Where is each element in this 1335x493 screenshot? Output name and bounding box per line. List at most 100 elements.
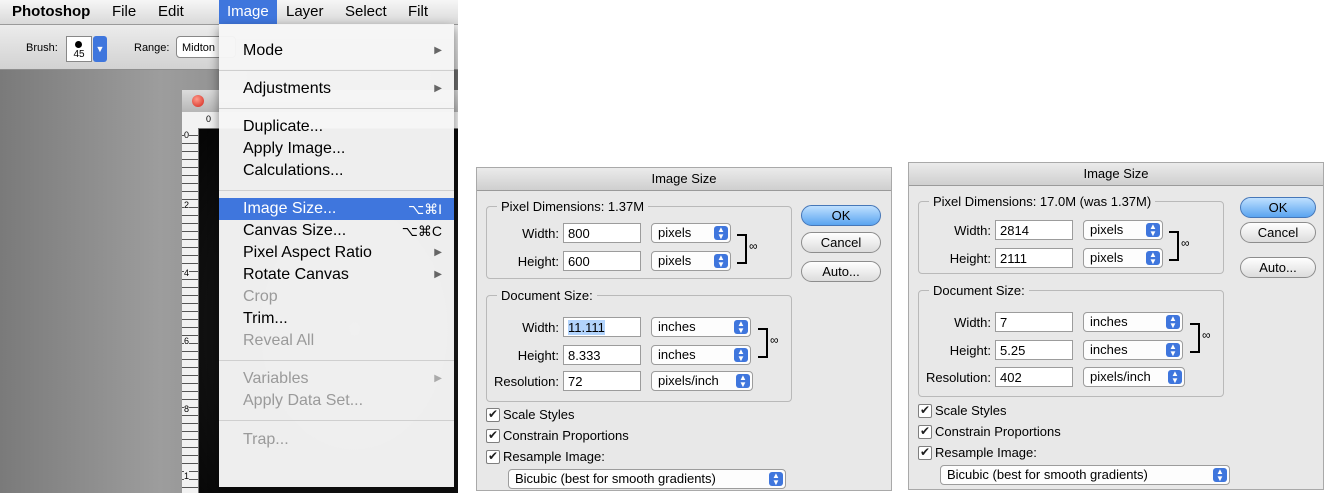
select-arrows-icon: ▲ ▼	[1166, 315, 1180, 330]
doc-width-input[interactable]: 11.111	[563, 317, 641, 337]
doc-width-unit-select[interactable]: inches ▲ ▼	[1083, 312, 1183, 332]
doc-height-unit-select[interactable]: inches ▲ ▼	[651, 345, 751, 365]
menu-shortcut: ⌥⌘C	[401, 223, 442, 239]
menu-item-duplicate[interactable]: Duplicate...	[219, 116, 454, 138]
select-arrows-icon: ▲ ▼	[736, 374, 750, 389]
pixel-height-unit-select[interactable]: pixels ▲ ▼	[651, 251, 731, 271]
menu-app-photoshop[interactable]: Photoshop	[4, 0, 98, 24]
submenu-arrow-icon: ▶	[434, 269, 442, 280]
resample-method-select[interactable]: Bicubic (best for smooth gradients) ▲ ▼	[508, 469, 786, 489]
menu-item-label: Variables	[243, 370, 309, 387]
menu-separator	[219, 360, 454, 361]
menu-item-label: Image Size...	[243, 200, 337, 217]
pixel-width-label: Width:	[954, 223, 991, 238]
menu-filter[interactable]: Filt	[400, 0, 436, 24]
doc-height-label: Height:	[949, 343, 991, 358]
select-value: Bicubic (best for smooth gradients)	[515, 471, 716, 486]
pixel-height-label: Height:	[517, 254, 559, 269]
resolution-input[interactable]: 72	[563, 371, 641, 391]
select-value: pixels	[1090, 250, 1124, 265]
pixel-width-unit-select[interactable]: pixels ▲ ▼	[1083, 220, 1163, 240]
menu-item-mode[interactable]: Mode ▶	[219, 40, 454, 62]
resolution-unit-select[interactable]: pixels/inch ▲ ▼	[651, 371, 753, 391]
menu-item-rotate-canvas[interactable]: Rotate Canvas ▶	[219, 264, 454, 286]
pixel-width-unit-select[interactable]: pixels ▲ ▼	[651, 223, 731, 243]
checkbox-label: Resample Image:	[935, 445, 1037, 460]
menu-item-label: Apply Image...	[243, 140, 346, 157]
pixel-width-label: Width:	[522, 226, 559, 241]
checkmark-icon: ✔	[486, 449, 500, 464]
select-arrows-icon: ▲ ▼	[1213, 468, 1227, 483]
close-icon[interactable]	[192, 95, 204, 107]
menu-item-adjustments[interactable]: Adjustments ▶	[219, 78, 454, 100]
ok-button[interactable]: OK	[1240, 197, 1316, 218]
ok-button[interactable]: OK	[801, 205, 881, 226]
doc-height-label: Height:	[517, 348, 559, 363]
select-value: inches	[1090, 314, 1128, 329]
auto-button[interactable]: Auto...	[1240, 257, 1316, 278]
document-size-title: Document Size:	[929, 283, 1029, 298]
menu-item-image-size[interactable]: Image Size... ⌥⌘I	[219, 198, 454, 220]
cancel-button[interactable]: Cancel	[801, 232, 881, 253]
resolution-unit-select[interactable]: pixels/inch ▲ ▼	[1083, 367, 1185, 387]
ruler-number: 0	[184, 130, 190, 140]
select-arrows-icon: ▲ ▼	[734, 320, 748, 335]
dialog-title: Image Size	[477, 168, 891, 191]
menu-item-label: Trim...	[243, 310, 288, 327]
dialog-title: Image Size	[909, 163, 1323, 186]
pixel-width-input[interactable]: 2814	[995, 220, 1073, 240]
checkbox-label: Constrain Proportions	[503, 428, 629, 443]
brush-tip-icon	[75, 41, 82, 48]
menu-bar: Photoshop File Edit Image Layer Select F…	[0, 0, 458, 25]
cancel-button[interactable]: Cancel	[1240, 222, 1316, 243]
menu-item-reveal-all: Reveal All	[219, 330, 454, 352]
menu-image[interactable]: Image	[219, 0, 277, 24]
doc-height-unit-select[interactable]: inches ▲ ▼	[1083, 340, 1183, 360]
pixel-width-input[interactable]: 800	[563, 223, 641, 243]
menu-layer[interactable]: Layer	[278, 0, 332, 24]
chain-link-icon: ∞	[749, 239, 758, 253]
submenu-arrow-icon: ▶	[434, 83, 442, 94]
menu-item-trim[interactable]: Trim...	[219, 308, 454, 330]
auto-button[interactable]: Auto...	[801, 261, 881, 282]
pixel-dimensions-title: Pixel Dimensions: 17.0M (was 1.37M)	[929, 194, 1156, 209]
ruler-number: 4	[184, 268, 190, 278]
brush-size: 45	[73, 49, 85, 60]
menu-item-label: Calculations...	[243, 162, 344, 179]
doc-width-value: 11.111	[568, 320, 605, 335]
resample-method-select[interactable]: Bicubic (best for smooth gradients) ▲ ▼	[940, 465, 1230, 485]
pixel-height-input[interactable]: 2111	[995, 248, 1073, 268]
doc-height-input[interactable]: 8.333	[563, 345, 641, 365]
brush-label: Brush:	[26, 42, 58, 54]
menu-item-label: Rotate Canvas	[243, 266, 349, 283]
menu-edit[interactable]: Edit	[150, 0, 192, 24]
brush-preset-picker[interactable]: 45	[66, 36, 92, 62]
pixel-height-input[interactable]: 600	[563, 251, 641, 271]
image-size-dialog-before: Image Size Pixel Dimensions: 1.37M Width…	[476, 167, 892, 491]
select-arrows-icon: ▲ ▼	[769, 472, 783, 487]
select-arrows-icon: ▲ ▼	[714, 226, 728, 241]
pixel-height-unit-select[interactable]: pixels ▲ ▼	[1083, 248, 1163, 268]
menu-item-pixel-aspect-ratio[interactable]: Pixel Aspect Ratio ▶	[219, 242, 454, 264]
checkbox-label: Scale Styles	[503, 407, 575, 422]
brush-dropdown-arrow-icon[interactable]: ▼	[93, 36, 107, 62]
pixel-height-label: Height:	[949, 251, 991, 266]
select-value: pixels	[658, 253, 692, 268]
submenu-arrow-icon: ▶	[434, 45, 442, 56]
doc-height-input[interactable]: 5.25	[995, 340, 1073, 360]
chain-link-icon: ∞	[770, 333, 779, 347]
doc-width-unit-select[interactable]: inches ▲ ▼	[651, 317, 751, 337]
menu-item-canvas-size[interactable]: Canvas Size... ⌥⌘C	[219, 220, 454, 242]
resolution-input[interactable]: 402	[995, 367, 1073, 387]
menu-item-calculations[interactable]: Calculations...	[219, 160, 454, 182]
ruler-number: 8	[184, 404, 190, 414]
menu-item-label: Adjustments	[243, 80, 332, 97]
menu-file[interactable]: File	[104, 0, 144, 24]
doc-width-input[interactable]: 7	[995, 312, 1073, 332]
select-value: pixels/inch	[658, 373, 719, 388]
menu-item-apply-image[interactable]: Apply Image...	[219, 138, 454, 160]
select-arrows-icon: ▲ ▼	[1168, 370, 1182, 385]
menu-item-crop: Crop	[219, 286, 454, 308]
menu-shortcut: ⌥⌘I	[407, 201, 442, 217]
menu-select[interactable]: Select	[337, 0, 395, 24]
